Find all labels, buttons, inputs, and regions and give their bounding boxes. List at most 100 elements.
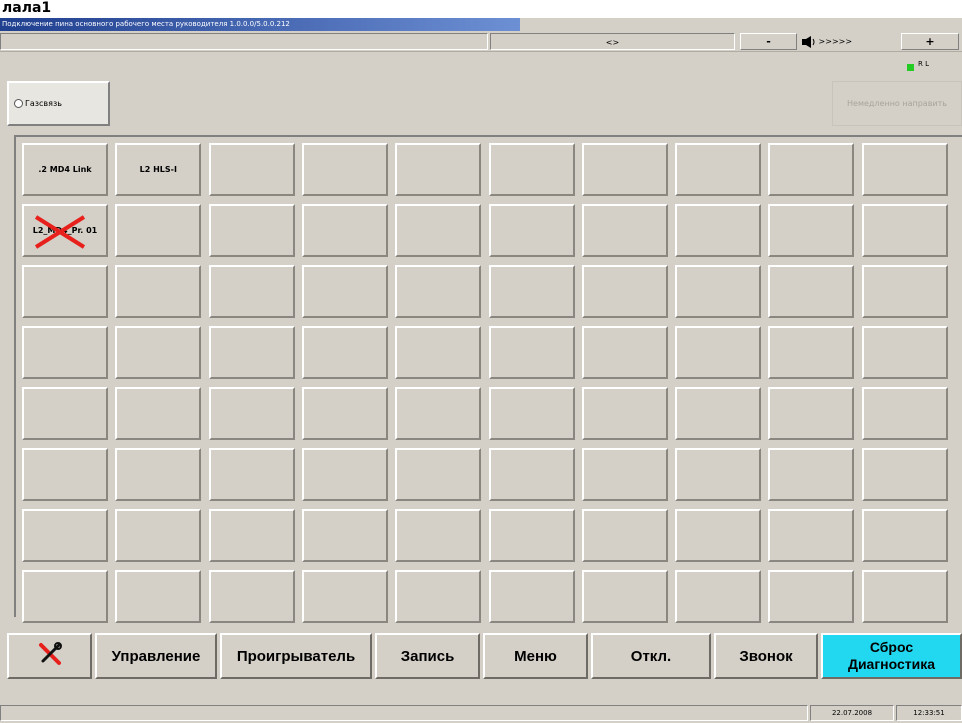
grid-key-label: L2 HLS-I <box>139 165 177 174</box>
grid-key[interactable] <box>395 326 482 379</box>
grid-key[interactable] <box>768 509 855 562</box>
grid-key[interactable] <box>22 509 108 562</box>
grid-key[interactable] <box>115 509 202 562</box>
grid-key[interactable] <box>22 387 108 440</box>
grid-key[interactable] <box>115 265 202 318</box>
grid-key[interactable] <box>301 204 388 257</box>
key-grid: .2 MD4 Link L2 HLS-I L2_MD4_Pr. 01 <box>14 135 962 623</box>
tools-button[interactable] <box>7 633 92 679</box>
grid-key[interactable] <box>115 326 202 379</box>
grid-key[interactable] <box>208 326 295 379</box>
grid-key[interactable] <box>395 265 482 318</box>
grid-key[interactable] <box>301 509 388 562</box>
grid-key[interactable] <box>768 387 855 440</box>
grid-key[interactable] <box>768 204 855 257</box>
grid-key[interactable] <box>768 265 855 318</box>
toolbar-left-panel <box>0 33 488 50</box>
grid-key[interactable] <box>301 326 388 379</box>
grid-key[interactable] <box>581 448 668 501</box>
grid-key[interactable] <box>488 143 575 196</box>
grid-key[interactable] <box>488 265 575 318</box>
toolbar-center-panel: <> <box>490 33 735 50</box>
grid-key[interactable] <box>301 143 388 196</box>
volume-down-button[interactable]: - <box>740 33 797 50</box>
grid-key[interactable] <box>675 509 762 562</box>
grid-key[interactable] <box>861 448 948 501</box>
disconnect-button[interactable]: Откл. <box>591 633 711 679</box>
grid-key[interactable]: L2_MD4_Pr. 01 <box>22 204 108 257</box>
grid-key[interactable] <box>861 143 948 196</box>
menu-button[interactable]: Меню <box>483 633 588 679</box>
player-button[interactable]: Проигрыватель <box>220 633 372 679</box>
grid-key[interactable] <box>22 448 108 501</box>
grid-key[interactable]: L2 HLS-I <box>115 143 202 196</box>
grid-key[interactable] <box>115 387 202 440</box>
grid-key[interactable] <box>488 326 575 379</box>
grid-key[interactable] <box>675 387 762 440</box>
call-button[interactable]: Звонок <box>714 633 818 679</box>
grid-key[interactable] <box>115 204 202 257</box>
grid-key[interactable] <box>675 326 762 379</box>
volume-up-button[interactable]: + <box>901 33 959 50</box>
grid-key[interactable] <box>861 326 948 379</box>
status-time: 12:33:51 <box>896 705 962 721</box>
grid-key[interactable] <box>861 204 948 257</box>
volume-indicator: >>>>> <box>802 33 897 50</box>
grid-key[interactable] <box>581 387 668 440</box>
grid-key[interactable] <box>208 387 295 440</box>
grid-key[interactable] <box>395 143 482 196</box>
grid-key[interactable] <box>581 204 668 257</box>
grid-key[interactable]: .2 MD4 Link <box>22 143 108 196</box>
volume-level: >>>>> <box>818 37 853 46</box>
grid-key[interactable] <box>208 509 295 562</box>
grid-key[interactable] <box>768 326 855 379</box>
grid-key[interactable] <box>208 204 295 257</box>
group-button-gazsvyaz[interactable]: Газсвязь <box>7 81 110 126</box>
radio-icon <box>14 99 23 108</box>
app-window: Подключение пина основного рабочего мест… <box>0 18 962 723</box>
grid-key[interactable] <box>861 387 948 440</box>
grid-key[interactable] <box>395 204 482 257</box>
grid-key[interactable] <box>395 448 482 501</box>
grid-key[interactable] <box>395 509 482 562</box>
grid-key[interactable] <box>861 265 948 318</box>
grid-key[interactable] <box>861 509 948 562</box>
grid-key[interactable] <box>115 448 202 501</box>
grid-key[interactable] <box>675 204 762 257</box>
grid-key[interactable] <box>208 265 295 318</box>
grid-key[interactable] <box>768 448 855 501</box>
grid-key[interactable] <box>581 326 668 379</box>
grid-key[interactable] <box>301 387 388 440</box>
grid-key[interactable] <box>675 143 762 196</box>
grid-key[interactable] <box>301 265 388 318</box>
grid-key[interactable] <box>488 204 575 257</box>
reset-label: Сброс <box>869 639 914 655</box>
grid-key[interactable] <box>581 265 668 318</box>
toolbar: <> - >>>>> + <box>0 31 962 52</box>
grid-key[interactable] <box>22 265 108 318</box>
grid-key[interactable] <box>208 448 295 501</box>
status-date: 22.07.2008 <box>810 705 894 721</box>
grid-key[interactable] <box>208 143 295 196</box>
grid-key[interactable] <box>488 448 575 501</box>
diagnostics-label: Диагностика <box>847 656 936 672</box>
grid-key[interactable] <box>675 448 762 501</box>
grid-key[interactable] <box>488 509 575 562</box>
record-button[interactable]: Запись <box>375 633 480 679</box>
status-message <box>0 705 808 721</box>
status-led-label: R L <box>918 60 929 68</box>
status-bar: 22.07.2008 12:33:51 <box>0 703 962 723</box>
grid-key[interactable] <box>581 509 668 562</box>
grid-key[interactable] <box>22 326 108 379</box>
bottom-toolbar: Управление Проигрыватель Запись Меню Отк… <box>0 613 962 703</box>
status-led <box>907 64 914 71</box>
control-button[interactable]: Управление <box>95 633 217 679</box>
redirect-button[interactable]: Немедленно направить <box>832 81 962 126</box>
grid-key[interactable] <box>488 387 575 440</box>
grid-key[interactable] <box>301 448 388 501</box>
grid-key[interactable] <box>581 143 668 196</box>
grid-key[interactable] <box>395 387 482 440</box>
grid-key[interactable] <box>768 143 855 196</box>
grid-key[interactable] <box>675 265 762 318</box>
reset-diagnostics-button[interactable]: Сброс Диагностика <box>821 633 962 679</box>
